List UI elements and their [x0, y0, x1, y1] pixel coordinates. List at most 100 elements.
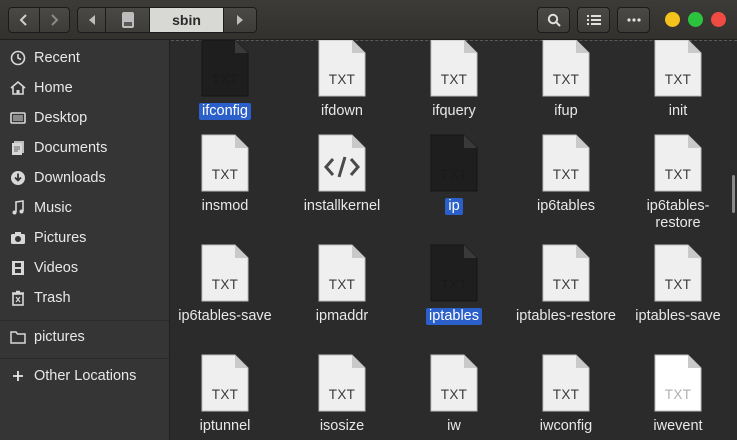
file-name: ifdown	[321, 103, 363, 119]
path-root-drive[interactable]	[106, 8, 150, 32]
file-item[interactable]: TXT ip	[398, 134, 510, 215]
triangle-right-icon	[237, 15, 243, 25]
text-file-icon: TXT	[654, 134, 702, 192]
path-current-folder[interactable]: sbin	[150, 8, 224, 32]
sidebar-item-videos[interactable]: Videos	[0, 254, 169, 282]
search-icon	[547, 13, 561, 27]
path-scroll-right-button[interactable]	[224, 8, 256, 32]
sidebar-item-home[interactable]: Home	[0, 74, 169, 102]
search-button[interactable]	[537, 7, 570, 33]
drive-icon	[121, 12, 134, 28]
sidebar-item-desktop[interactable]: Desktop	[0, 104, 169, 132]
list-view-button[interactable]	[577, 7, 610, 33]
history-nav	[8, 7, 70, 33]
file-item[interactable]: TXT iwevent	[622, 354, 734, 435]
file-type-label: TXT	[664, 387, 692, 402]
file-item[interactable]: TXT ip6tables-save	[171, 244, 281, 325]
file-item[interactable]: TXT iwconfig	[510, 354, 622, 435]
sidebar-item-pictures[interactable]: Pictures	[0, 224, 169, 252]
file-item[interactable]: TXT iptables-restore	[510, 244, 622, 325]
file-item[interactable]: TXT insmod	[171, 134, 281, 215]
minimize-button[interactable]	[665, 12, 680, 27]
file-type-label: TXT	[664, 277, 692, 292]
folder-icon	[10, 329, 26, 345]
sidebar-item-recent[interactable]: Recent	[0, 44, 169, 72]
file-type-label: TXT	[211, 387, 239, 402]
file-type-label: TXT	[328, 72, 356, 87]
file-item[interactable]: TXT ifconfig	[171, 40, 281, 120]
maximize-button[interactable]	[688, 12, 703, 27]
text-file-icon: TXT	[542, 354, 590, 412]
sidebar-item-label: Trash	[34, 290, 71, 306]
file-name: ip6tables-save	[178, 308, 272, 324]
sidebar: Recent Home Desktop Documents Downloads …	[0, 40, 170, 440]
file-item[interactable]: TXT ipmaddr	[286, 244, 398, 325]
file-item[interactable]: TXT iptables-save	[622, 244, 734, 325]
close-button[interactable]	[711, 12, 726, 27]
sidebar-item-documents[interactable]: Documents	[0, 134, 169, 162]
file-name: iwconfig	[539, 418, 593, 434]
sidebar-item-label: Pictures	[34, 230, 87, 246]
downloads-icon	[10, 170, 26, 186]
script-file-icon	[318, 134, 366, 192]
file-type-label: TXT	[328, 277, 356, 292]
home-icon	[10, 80, 26, 96]
sidebar-item-label: Downloads	[34, 170, 106, 186]
text-file-icon: TXT	[201, 244, 249, 302]
text-file-icon: TXT	[201, 40, 249, 97]
file-item[interactable]: TXT iw	[398, 354, 510, 435]
chevron-left-icon	[19, 14, 27, 26]
file-name: ip6tables	[536, 198, 596, 214]
sidebar-item-label: Videos	[34, 260, 79, 276]
file-item[interactable]: TXT ip6tables-restore	[622, 134, 734, 232]
camera-icon	[10, 230, 26, 246]
sidebar-item-label: Music	[34, 200, 72, 216]
forward-button[interactable]	[38, 8, 70, 32]
film-icon	[10, 260, 26, 276]
file-name: iptunnel	[199, 418, 251, 434]
file-type-label: TXT	[552, 167, 580, 182]
text-file-icon: TXT	[430, 134, 478, 192]
file-name: iptables	[426, 308, 482, 325]
file-item[interactable]: installkernel	[286, 134, 398, 215]
current-folder-label: sbin	[172, 12, 201, 28]
more-icon	[626, 18, 641, 22]
file-name: iptables-save	[635, 308, 721, 324]
file-name: init	[668, 103, 688, 119]
file-type-label: TXT	[664, 167, 692, 182]
menu-button[interactable]	[617, 7, 650, 33]
text-file-icon: TXT	[201, 354, 249, 412]
header-bar: sbin	[0, 0, 737, 40]
file-item[interactable]: TXT init	[622, 40, 734, 120]
text-file-icon: TXT	[654, 40, 702, 97]
sidebar-item-other-locations[interactable]: Other Locations	[0, 362, 169, 390]
file-item[interactable]: TXT ip6tables	[510, 134, 622, 215]
text-file-icon: TXT	[654, 354, 702, 412]
file-item[interactable]: TXT ifquery	[398, 40, 510, 120]
sidebar-item-music[interactable]: Music	[0, 194, 169, 222]
file-item[interactable]: TXT iptables	[398, 244, 510, 325]
file-item[interactable]: TXT isosize	[286, 354, 398, 435]
file-type-label: TXT	[552, 277, 580, 292]
desktop-icon	[10, 110, 26, 126]
sidebar-item-downloads[interactable]: Downloads	[0, 164, 169, 192]
file-item[interactable]: TXT iptunnel	[171, 354, 281, 435]
file-item[interactable]: TXT ifdown	[286, 40, 398, 120]
sidebar-separator	[0, 320, 169, 321]
plus-icon	[10, 368, 26, 384]
text-file-icon: TXT	[318, 40, 366, 97]
text-file-icon: TXT	[430, 40, 478, 97]
back-button[interactable]	[9, 8, 39, 32]
sidebar-item-bookmark-pictures[interactable]: pictures	[0, 323, 169, 351]
text-file-icon: TXT	[430, 354, 478, 412]
text-file-icon: TXT	[542, 134, 590, 192]
file-name: iptables-restore	[516, 308, 616, 324]
file-item[interactable]: TXT ifup	[510, 40, 622, 120]
scrollbar[interactable]	[732, 175, 735, 213]
text-file-icon: TXT	[318, 354, 366, 412]
sidebar-item-trash[interactable]: Trash	[0, 284, 169, 312]
file-type-label: TXT	[440, 72, 468, 87]
sidebar-item-label: Home	[34, 80, 73, 96]
file-name: iw	[447, 418, 461, 434]
path-scroll-left-button[interactable]	[78, 8, 106, 32]
